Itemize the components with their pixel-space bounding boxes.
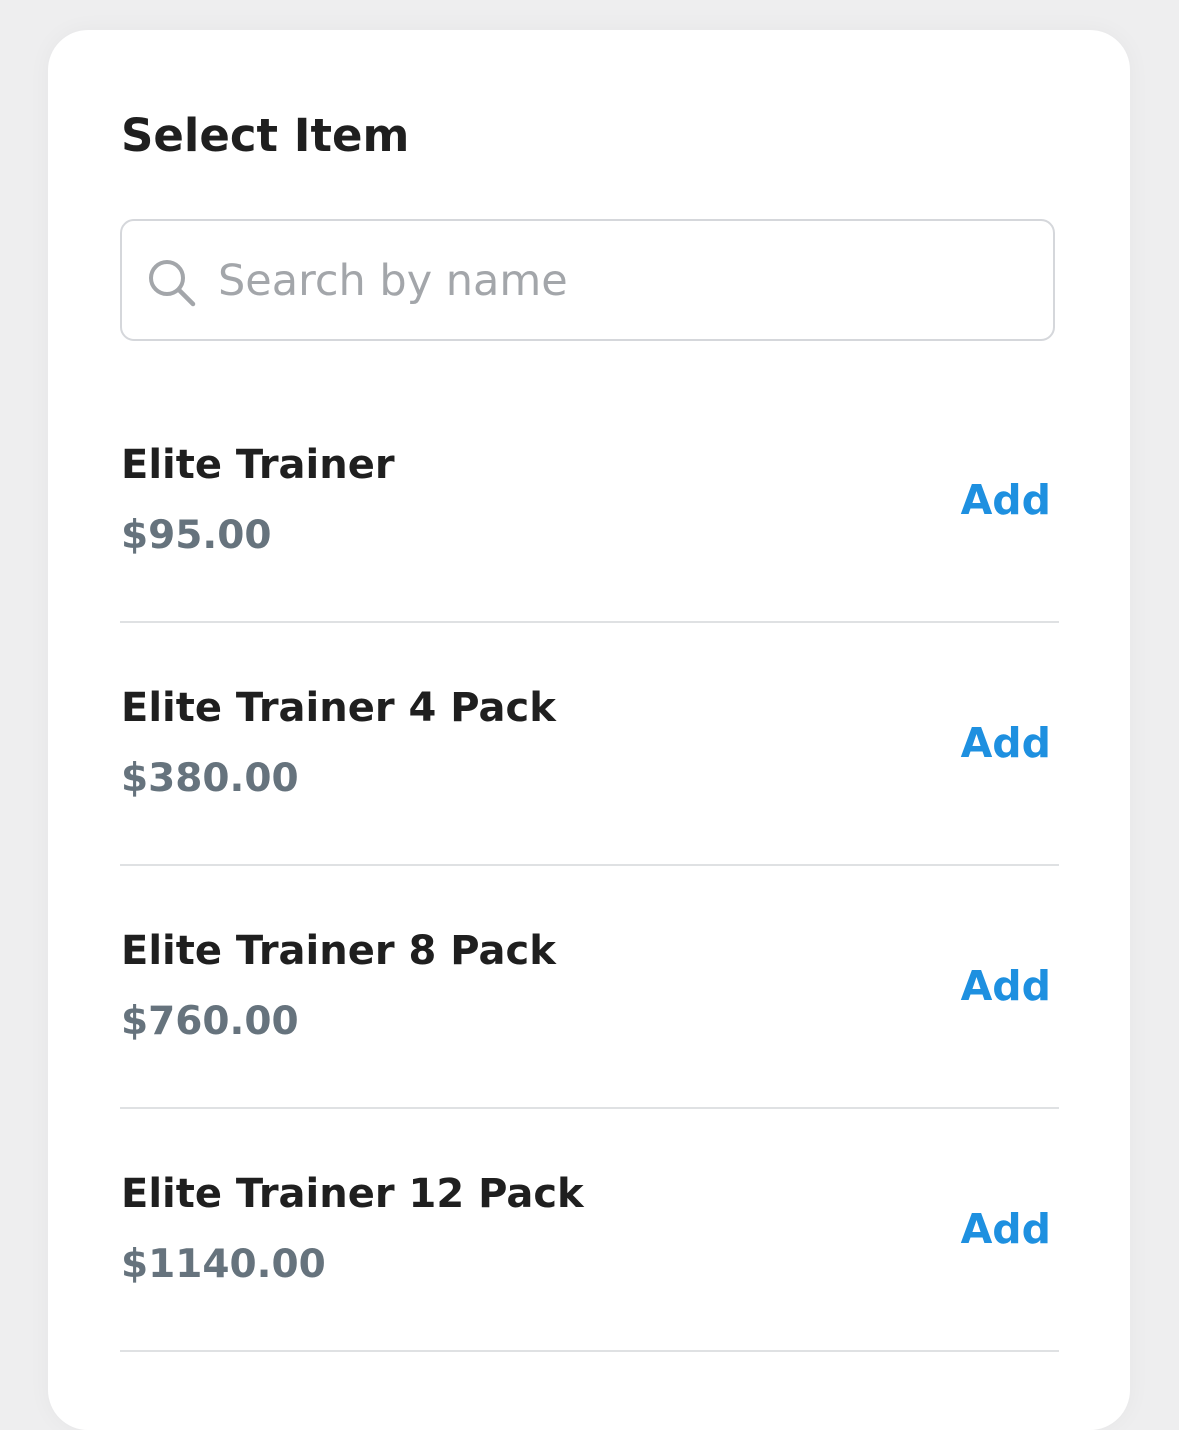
item-name: Elite Trainer 8 Pack [121, 928, 556, 974]
list-item: Elite Trainer $95.00 Add [120, 380, 1059, 623]
search-box[interactable] [120, 219, 1055, 341]
search-icon [149, 260, 196, 307]
item-price: $95.00 [121, 513, 272, 558]
item-price: $1140.00 [121, 1242, 326, 1287]
item-list: Elite Trainer $95.00 Add Elite Trainer 4… [120, 380, 1059, 1352]
list-item: Elite Trainer 12 Pack $1140.00 Add [120, 1109, 1059, 1352]
item-name: Elite Trainer [121, 442, 395, 488]
page-title: Select Item [121, 109, 410, 162]
item-price: $380.00 [121, 756, 299, 801]
list-item: Elite Trainer 4 Pack $380.00 Add [120, 623, 1059, 866]
select-item-card: Select Item Elite Trainer $95.00 Add Eli… [48, 30, 1130, 1430]
item-price: $760.00 [121, 999, 299, 1044]
add-button[interactable]: Add [961, 717, 1051, 769]
list-item: Elite Trainer 8 Pack $760.00 Add [120, 866, 1059, 1109]
item-name: Elite Trainer 4 Pack [121, 685, 556, 731]
item-name: Elite Trainer 12 Pack [121, 1171, 584, 1217]
search-input[interactable] [218, 249, 1018, 313]
add-button[interactable]: Add [961, 474, 1051, 526]
add-button[interactable]: Add [961, 1203, 1051, 1255]
add-button[interactable]: Add [961, 960, 1051, 1012]
